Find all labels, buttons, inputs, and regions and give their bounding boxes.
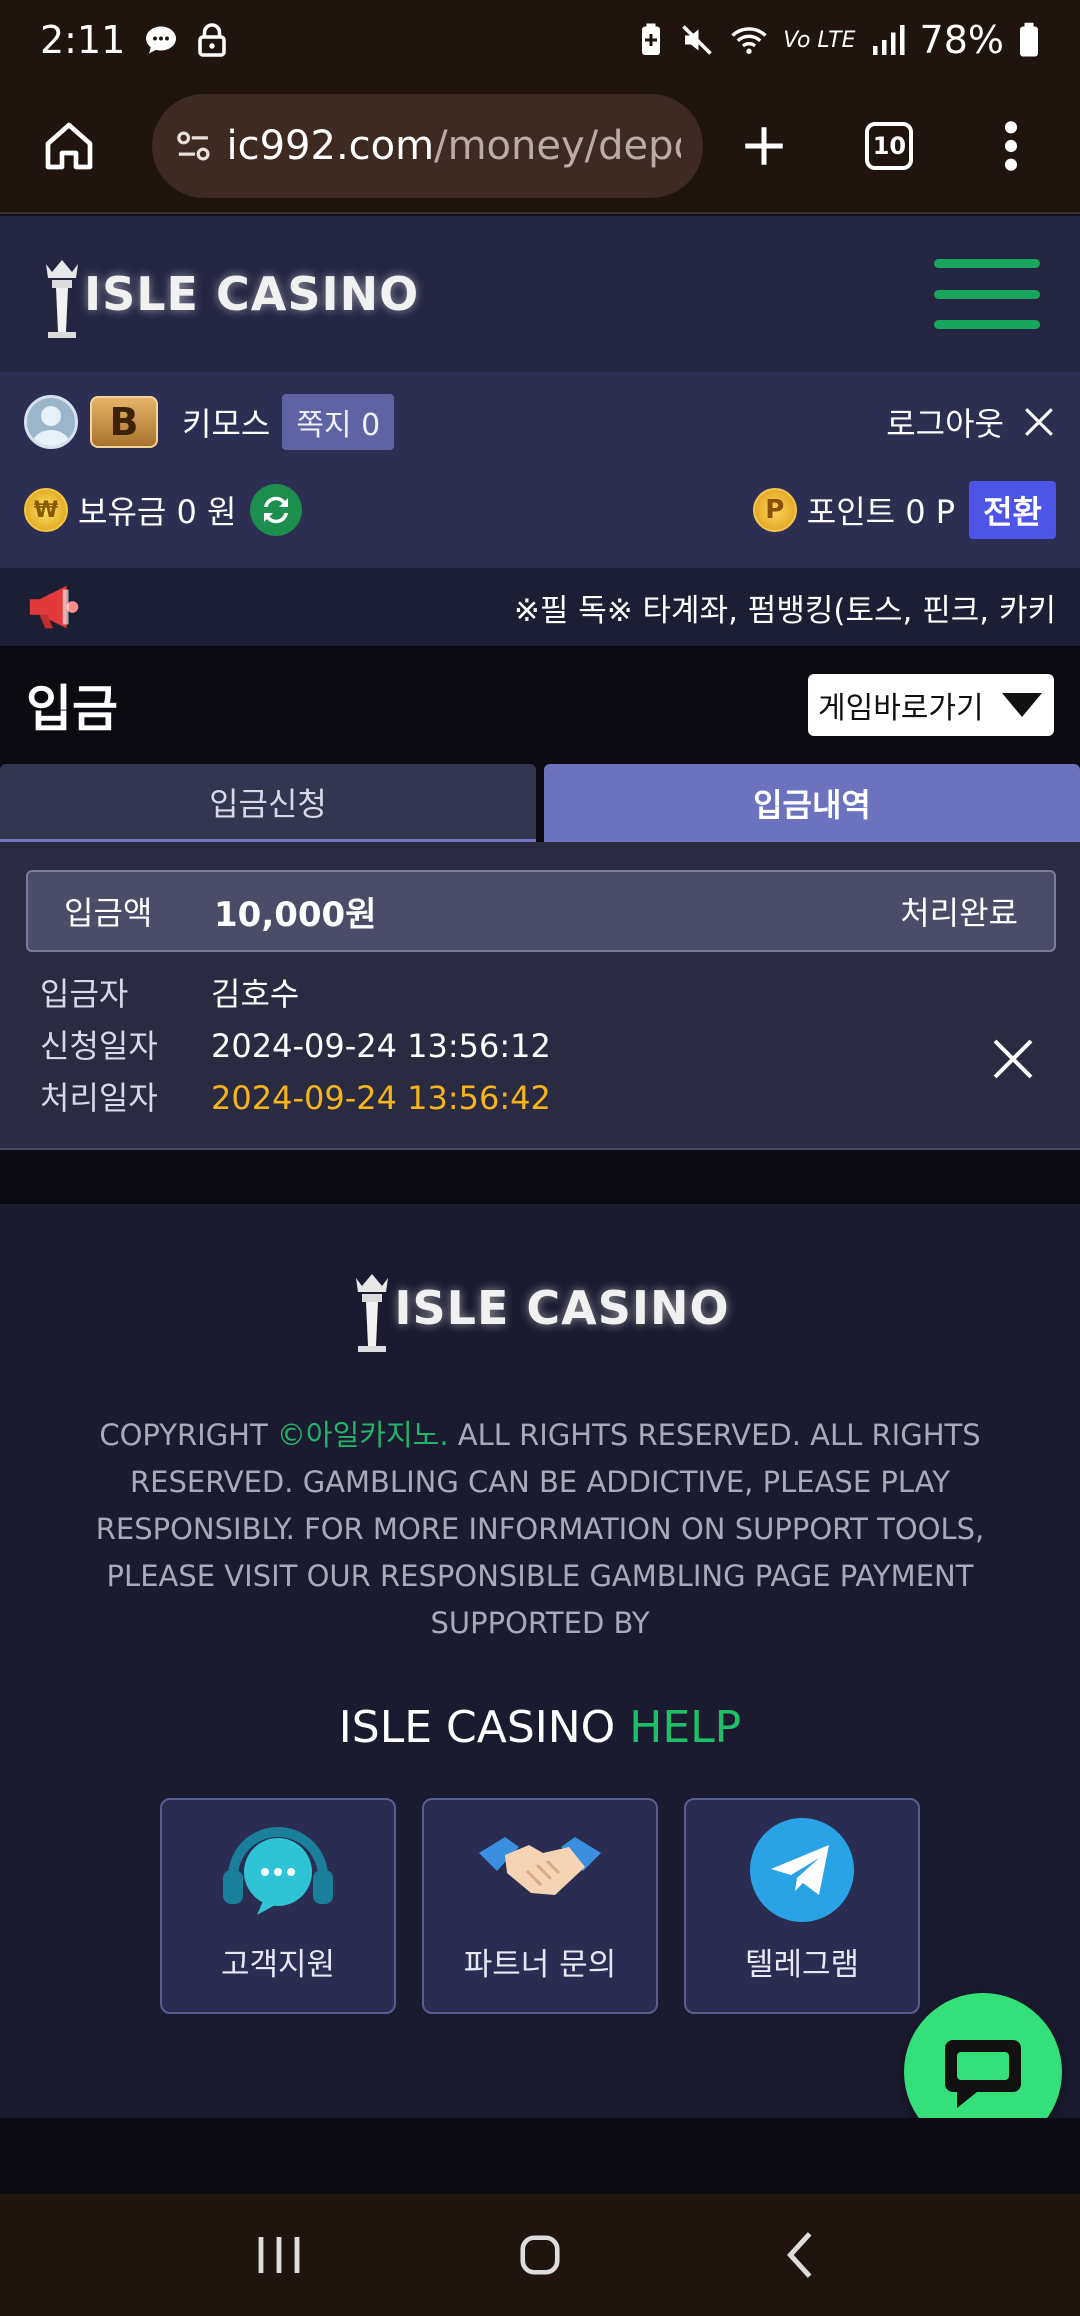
user-avatar-icon [31, 406, 71, 446]
partner-inquiry-label: 파트너 문의 [463, 1947, 617, 1983]
notice-ticker: ※필 독※ 타계좌, 펌뱅킹(토스, 핀크, 카키 [0, 568, 1080, 646]
telegram-button[interactable]: 텔레그램 [684, 1798, 920, 2014]
page-bottom [0, 2118, 1080, 2194]
crown-pillar-icon [46, 260, 78, 338]
main-menu-button[interactable] [934, 259, 1040, 329]
lock-icon [198, 23, 227, 57]
messages-badge[interactable]: 쪽지 0 [282, 394, 395, 450]
tab-count: 10 [865, 122, 914, 170]
logout-label: 로그아웃 [886, 405, 1004, 443]
battery-percent: 78% [919, 18, 1004, 62]
volte-indicator: Vo LTE [783, 27, 856, 53]
home-icon [45, 122, 93, 170]
recents-icon [258, 2237, 300, 2273]
plus-icon [744, 127, 783, 165]
site-footer: ISLE CASINO COPYRIGHT ©아일카지노. ALL RIGHTS… [0, 1204, 1080, 2118]
record-summary[interactable]: 입금액 10,000원 처리완료 [26, 870, 1056, 952]
page-header: 입금 게임바로가기 [0, 646, 1080, 764]
help-buttons: 고객지원 파트너 문의 텔레그램 [160, 1798, 920, 2014]
tab-deposit-history[interactable]: 입금내역 [544, 764, 1080, 842]
headset-chat-icon [223, 1827, 333, 1915]
close-icon [1025, 408, 1053, 436]
telegram-icon [750, 1818, 854, 1922]
deposit-tabs: 입금신청 입금내역 [0, 764, 1080, 842]
browser-menu-button[interactable] [972, 106, 1050, 186]
copyright-brand: ©아일카지노. [276, 1418, 449, 1452]
notice-text: ※필 독※ 타계좌, 펌뱅킹(토스, 핀크, 카키 [513, 592, 1056, 629]
footer-logo: ISLE CASINO [0, 1262, 1080, 1354]
point-coin-icon: P [752, 488, 797, 532]
page-title: 입금 [26, 680, 118, 738]
site-logo[interactable]: ISLE CASINO [40, 248, 419, 340]
level-badge: B [90, 396, 158, 448]
url-text: ic992.com/money/depos [226, 123, 680, 169]
convert-points-button[interactable]: 전환 [969, 481, 1056, 539]
avatar[interactable] [24, 395, 78, 449]
new-tab-button[interactable] [725, 106, 803, 186]
record-details: 입금자 김호수 신청일자 2024-09-24 13:56:12 처리일자 20… [40, 968, 551, 1124]
megaphone-icon [29, 585, 79, 629]
telegram-label: 텔레그램 [744, 1947, 860, 1983]
chat-notification-icon [146, 26, 177, 54]
browser-toolbar: ic992.com/money/depos 10 [0, 80, 1080, 214]
depositor-value: 김호수 [211, 975, 300, 1013]
home-circle-icon [520, 2235, 560, 2275]
menu-bar-3 [934, 320, 1040, 329]
wifi-icon [731, 27, 767, 54]
detail-row-depositor: 입금자 김호수 [40, 968, 551, 1020]
status-bar: 2:11 Vo LTE 78% [0, 0, 1080, 80]
customer-support-label: 고객지원 [220, 1947, 336, 1983]
site-header: ISLE CASINO [0, 216, 1080, 372]
detail-row-requested: 신청일자 2024-09-24 13:56:12 [40, 1020, 551, 1072]
amount-value: 10,000원 [214, 894, 377, 935]
home-button[interactable] [30, 106, 108, 186]
signal-icon [872, 25, 905, 55]
partner-inquiry-button[interactable]: 파트너 문의 [422, 1798, 658, 2014]
balance-text: 보유금 0 원 [78, 493, 237, 531]
deposit-record: 입금액 10,000원 처리완료 입금자 김호수 신청일자 2024-09-24… [0, 842, 1080, 1150]
site-settings-icon[interactable] [174, 125, 213, 167]
footer-logo-text: ISLE CASINO [394, 1281, 730, 1335]
handshake-icon [479, 1837, 601, 1895]
menu-bar-1 [934, 259, 1040, 268]
battery-saver-icon [642, 23, 661, 55]
tab-deposit-request[interactable]: 입금신청 [0, 764, 536, 842]
won-coin-icon: ₩ [24, 488, 68, 532]
game-shortcut-label: 게임바로가기 [818, 691, 984, 726]
logo-text: ISLE CASINO [84, 267, 420, 321]
customer-support-button[interactable]: 고객지원 [160, 1798, 396, 2014]
address-bar[interactable]: ic992.com/money/depos [151, 94, 703, 198]
caret-down-icon [1002, 693, 1042, 717]
crown-pillar-icon [356, 1274, 389, 1352]
section-spacer [0, 1150, 1080, 1204]
delete-record-icon[interactable] [986, 1032, 1040, 1086]
system-back-button[interactable] [760, 2215, 840, 2295]
user-info-panel: B 키모스 쪽지 0 로그아웃 ₩ 보유금 0 원 P 포인트 0 P 전환 [0, 372, 1080, 568]
recent-apps-button[interactable] [240, 2215, 320, 2295]
menu-bar-2 [934, 289, 1040, 299]
back-chevron-icon [787, 2232, 812, 2278]
copyright-text: COPYRIGHT ©아일카지노. ALL RIGHTS RESERVED. A… [95, 1418, 985, 1640]
points-text: 포인트 0 P [806, 493, 956, 531]
amount-label: 입금액 [64, 894, 153, 932]
battery-icon [1020, 22, 1038, 57]
requested-date: 2024-09-24 13:56:12 [211, 1027, 551, 1065]
username: 키모스 [182, 405, 271, 443]
detail-row-processed: 처리일자 2024-09-24 13:56:42 [40, 1072, 551, 1124]
chat-bubble-icon [945, 2040, 1021, 2108]
help-title: ISLE CASINO HELP [338, 1702, 742, 1753]
system-home-button[interactable] [500, 2215, 580, 2295]
tab-switcher-button[interactable]: 10 [851, 106, 929, 186]
refresh-balance-button[interactable] [250, 484, 303, 536]
game-shortcut-select[interactable]: 게임바로가기 [808, 674, 1054, 736]
logout-button[interactable]: 로그아웃 [886, 399, 1056, 445]
processed-date: 2024-09-24 13:56:42 [211, 1079, 551, 1117]
system-nav-bar [0, 2194, 1080, 2316]
status-time: 2:11 [40, 18, 126, 62]
refresh-icon [264, 496, 289, 524]
more-vert-icon [1005, 121, 1018, 171]
status-badge: 처리완료 [900, 894, 1018, 932]
mute-icon [682, 25, 712, 55]
